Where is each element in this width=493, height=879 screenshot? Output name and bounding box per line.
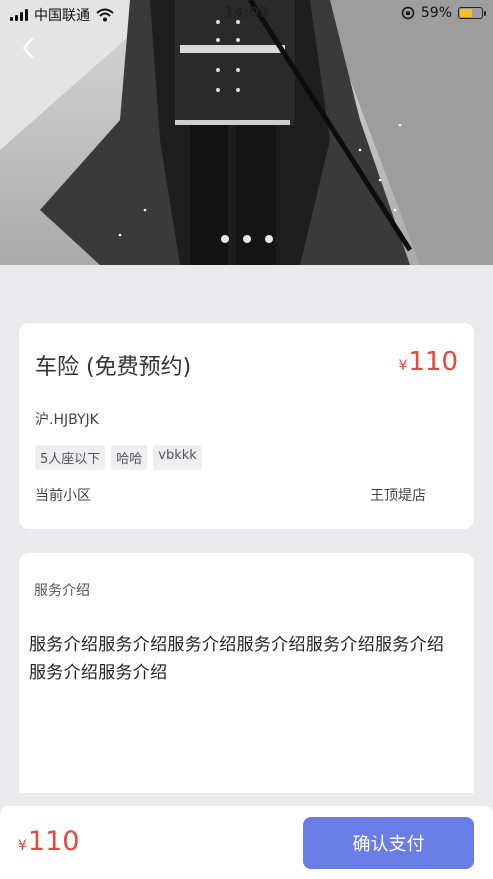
service-title: 车险 (免费预约) bbox=[35, 355, 192, 380]
confirm-payment-button[interactable]: 确认支付 bbox=[303, 817, 474, 869]
bottom-action-bar: ¥110 确认支付 bbox=[0, 806, 493, 879]
hero-illustration bbox=[0, 0, 493, 265]
tag: vbkkk bbox=[153, 445, 202, 470]
status-bar: 中国联通 14:05 59% bbox=[0, 0, 493, 28]
tag: 5人座以下 bbox=[35, 445, 106, 470]
orientation-lock-icon bbox=[401, 6, 415, 20]
service-description-card: 服务介绍 服务介绍服务介绍服务介绍服务介绍服务介绍服务介绍服务介绍服务介绍 bbox=[19, 553, 474, 793]
service-info-card: 车险 (免费预约) ¥110 沪.HJBYJK 5人座以下 哈哈 vbkkk 当… bbox=[19, 323, 474, 529]
carousel-dot[interactable] bbox=[220, 235, 229, 243]
price-value: 110 bbox=[408, 347, 458, 377]
tag-list: 5人座以下 哈哈 vbkkk bbox=[35, 445, 202, 470]
chevron-left-icon bbox=[22, 38, 33, 58]
carousel-dot[interactable] bbox=[264, 235, 273, 243]
description-heading: 服务介绍 bbox=[34, 583, 90, 599]
battery-icon bbox=[458, 7, 486, 19]
store-name: 王顶堤店 bbox=[370, 488, 426, 504]
hero-image-carousel[interactable]: 中国联通 14:05 59% bbox=[0, 0, 493, 265]
carousel-dot[interactable] bbox=[242, 235, 251, 243]
community-label: 当前小区 bbox=[35, 488, 91, 504]
currency-symbol: ¥ bbox=[398, 358, 408, 374]
total-price: ¥110 bbox=[18, 826, 79, 857]
currency-symbol: ¥ bbox=[18, 838, 27, 854]
total-price-value: 110 bbox=[27, 826, 80, 857]
service-price: ¥110 bbox=[398, 347, 458, 377]
battery-percent: 59% bbox=[420, 5, 452, 21]
tag: 哈哈 bbox=[111, 445, 148, 470]
service-detail-screen: 中国联通 14:05 59% 车险 (免费预约) ¥110 沪.HJBYJK 5… bbox=[0, 0, 493, 879]
carousel-indicator bbox=[0, 235, 493, 243]
back-button[interactable] bbox=[14, 34, 42, 62]
license-plate: 沪.HJBYJK bbox=[35, 412, 99, 428]
description-text: 服务介绍服务介绍服务介绍服务介绍服务介绍服务介绍服务介绍服务介绍 bbox=[29, 635, 445, 683]
